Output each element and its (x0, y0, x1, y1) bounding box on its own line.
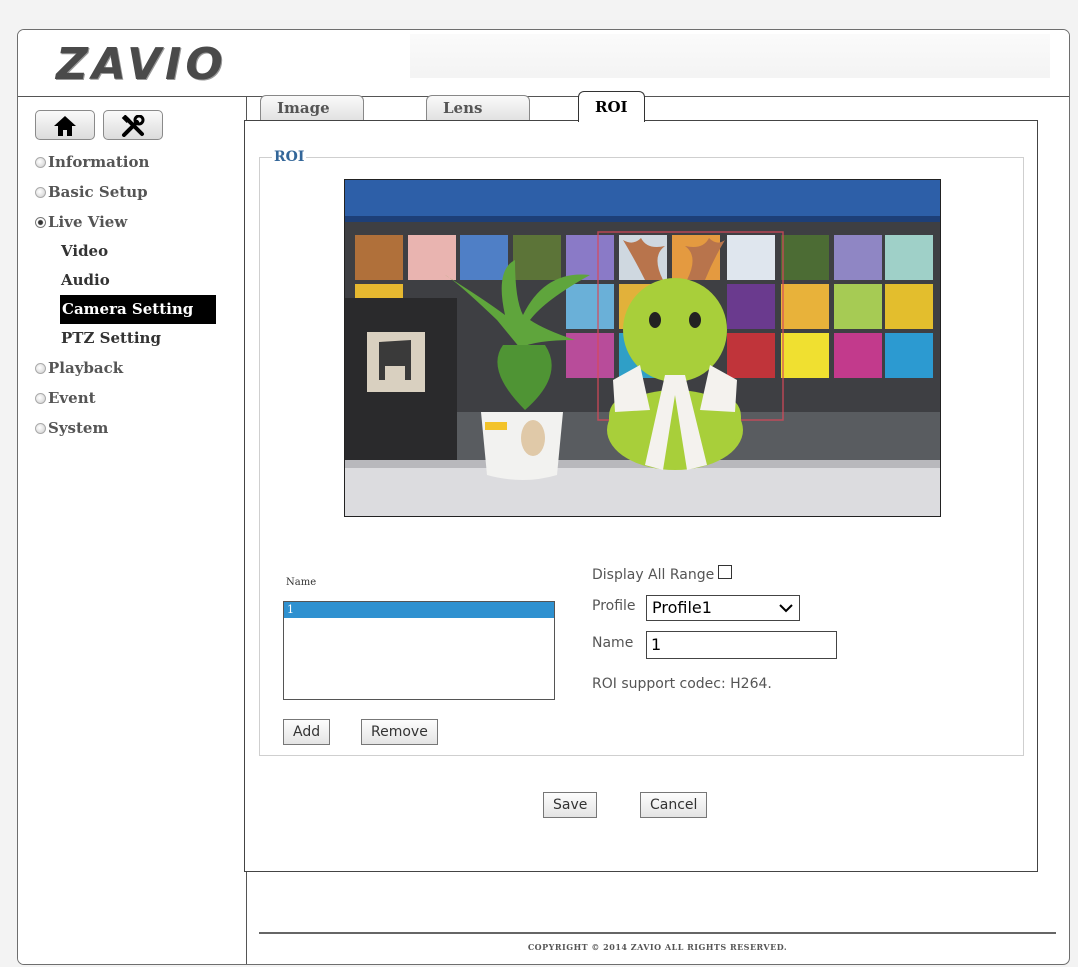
main-content: Image Settings Lens Settings ROI ROI (244, 80, 1038, 875)
sidebar-item-basic-setup[interactable]: Basic Setup (35, 177, 225, 207)
copyright: COPYRIGHT © 2014 ZAVIO ALL RIGHTS RESERV… (527, 942, 788, 952)
profile-select[interactable]: Profile1 (646, 595, 800, 621)
profile-row: Profile Profile1 (592, 595, 852, 624)
sidebar-item-label: System (48, 419, 109, 437)
sidebar-item-event[interactable]: Event (35, 383, 225, 413)
roi-list-label: Name (286, 577, 317, 588)
sidebar-subitem-audio[interactable]: Audio (35, 266, 225, 295)
sidebar-item-label: Information (48, 153, 150, 171)
sidebar-item-live-view[interactable]: Live View (35, 207, 225, 237)
tab-roi[interactable]: ROI (578, 91, 645, 122)
header-banner (410, 34, 1050, 78)
bullet-icon (35, 157, 46, 168)
sidebar-item-playback[interactable]: Playback (35, 353, 225, 383)
name-field[interactable]: 1 (646, 631, 837, 659)
codec-note: ROI support codec: H264. (592, 676, 772, 692)
bullet-icon (35, 363, 46, 374)
sidebar-nav: Information Basic Setup Live View Video … (35, 147, 225, 443)
name-row: Name 1 (592, 631, 852, 661)
roi-legend: ROI (274, 149, 305, 165)
profile-select-value: Profile1 (652, 598, 712, 617)
name-label: Name (592, 635, 634, 651)
toolbar (35, 110, 166, 140)
tab-image-settings[interactable]: Image Settings (260, 95, 364, 142)
display-all-checkbox[interactable] (718, 565, 733, 579)
settings-button[interactable] (103, 110, 164, 140)
logo: ZAVIO (56, 39, 227, 90)
sidebar-subitem-video[interactable]: Video (35, 237, 225, 266)
sidebar-item-label: Playback (48, 359, 124, 377)
tab-panel: ROI Name 1 Add Remove Display All Range … (244, 120, 1038, 872)
sidebar-subitem-camera-setting[interactable]: Camera Setting (60, 295, 216, 324)
cancel-button[interactable]: Cancel (640, 792, 708, 818)
profile-label: Profile (592, 598, 636, 614)
bullet-icon (35, 423, 46, 434)
sidebar: Information Basic Setup Live View Video … (18, 97, 247, 964)
display-all-row: Display All Range (592, 565, 733, 583)
add-button[interactable]: Add (283, 719, 331, 745)
roi-list-item[interactable]: 1 (284, 602, 554, 618)
roi-fieldset: ROI Name 1 Add Remove Display All Range … (259, 149, 1024, 756)
camera-preview-image (345, 180, 940, 516)
sidebar-item-system[interactable]: System (35, 413, 225, 443)
sidebar-subitem-ptz-setting[interactable]: PTZ Setting (35, 324, 225, 353)
display-all-label: Display All Range (592, 567, 715, 583)
bullet-active-icon (35, 217, 46, 228)
save-button[interactable]: Save (543, 792, 598, 818)
bullet-icon (35, 393, 46, 404)
sidebar-item-label: Basic Setup (48, 183, 148, 201)
home-icon (54, 116, 76, 136)
sidebar-item-information[interactable]: Information (35, 147, 225, 177)
sidebar-item-label: Event (48, 389, 96, 407)
bullet-icon (35, 187, 46, 198)
sidebar-item-label: Live View (48, 213, 128, 231)
camera-preview[interactable] (344, 179, 941, 517)
roi-list[interactable]: 1 (283, 601, 555, 700)
home-button[interactable] (35, 110, 95, 140)
footer-divider (259, 932, 1056, 934)
tab-lens-settings[interactable]: Lens Settings (426, 95, 530, 142)
remove-button[interactable]: Remove (361, 719, 438, 745)
tools-icon (121, 114, 145, 137)
chevron-down-icon (779, 604, 793, 613)
